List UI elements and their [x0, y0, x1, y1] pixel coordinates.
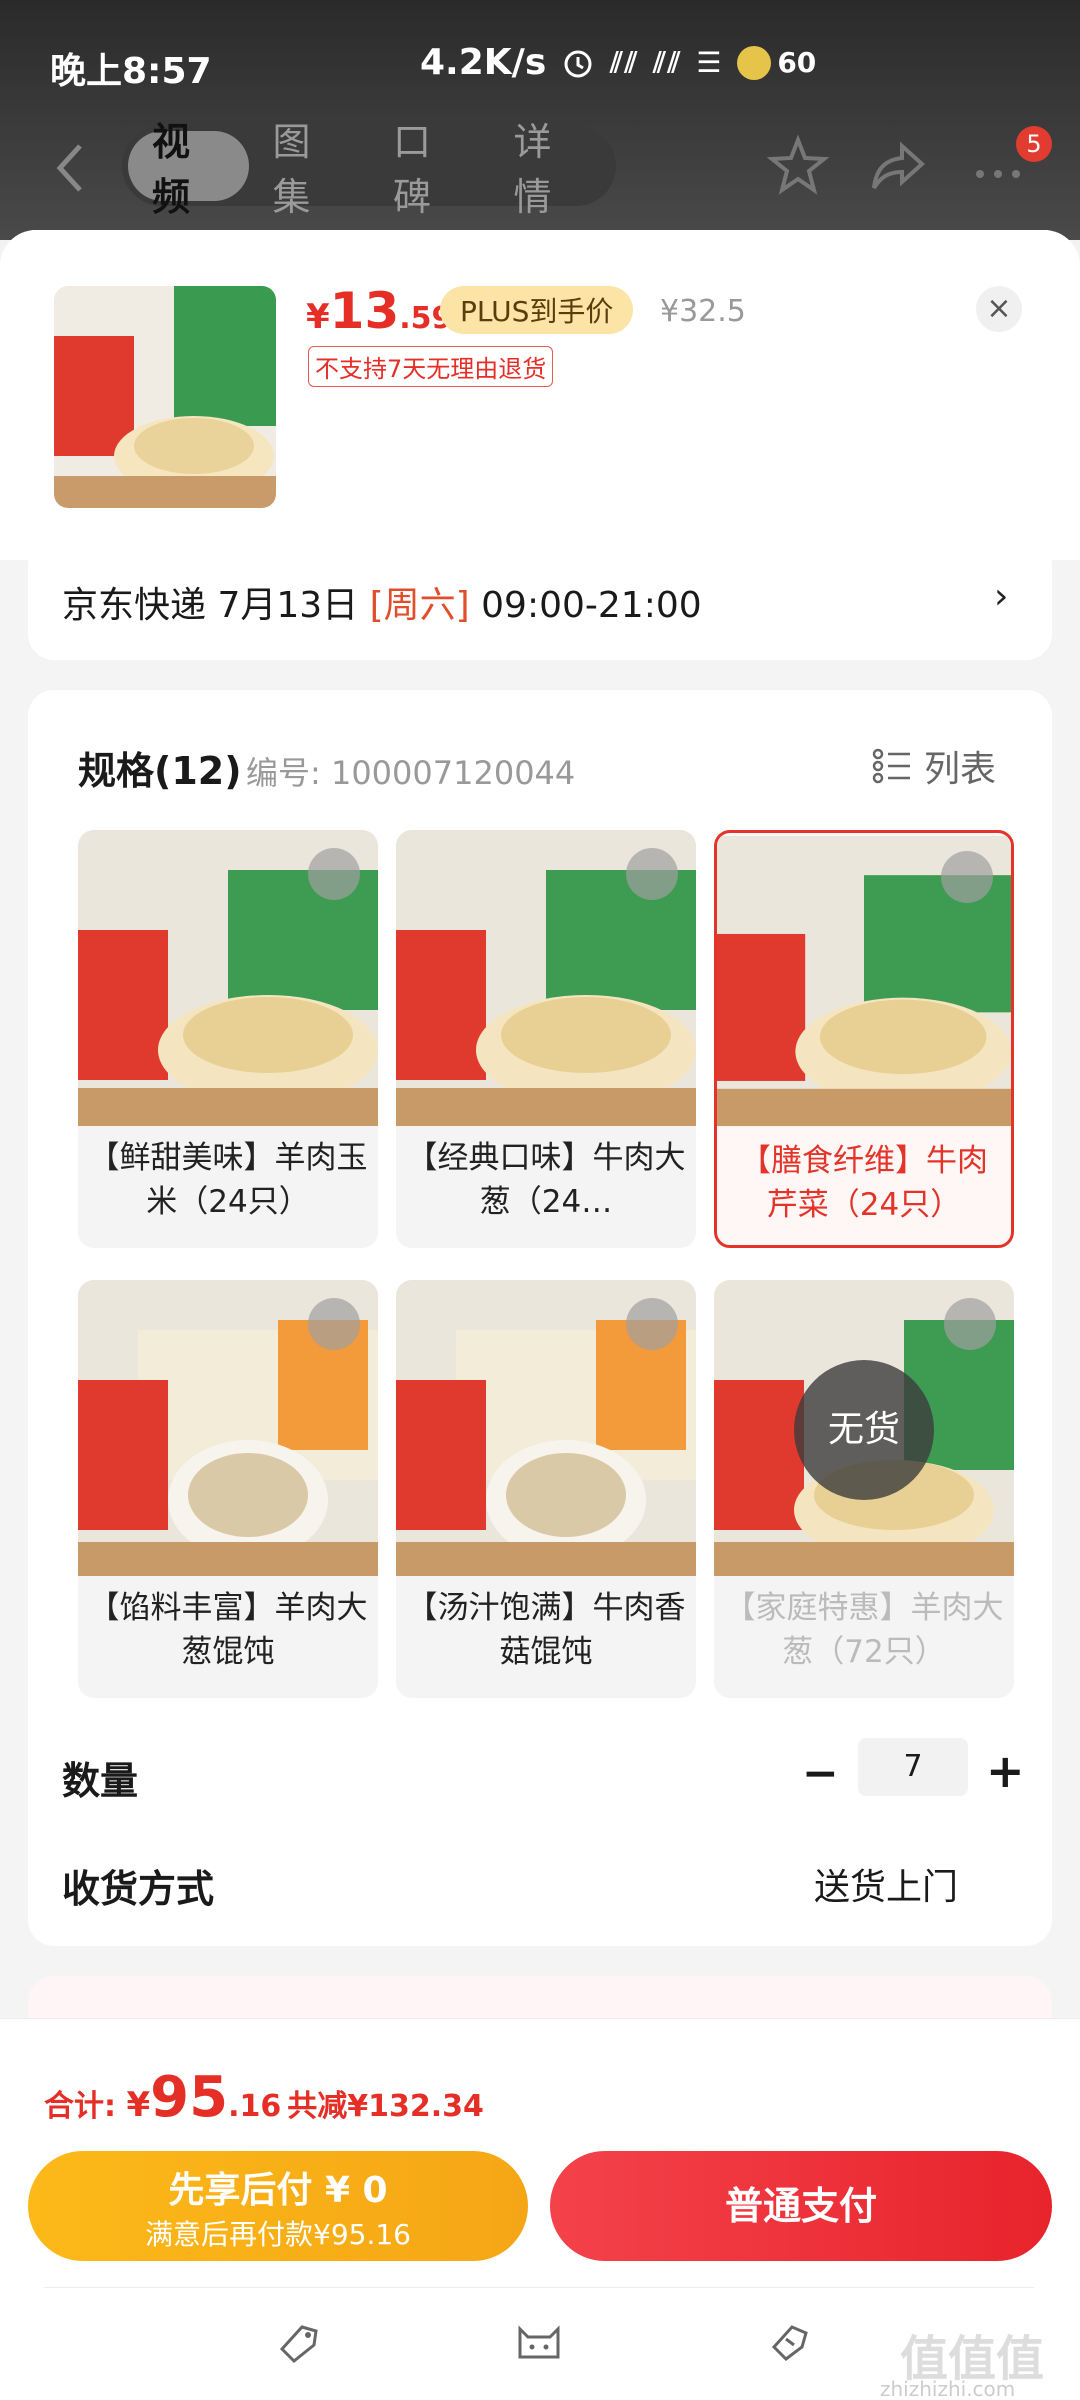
tag-icon[interactable] [274, 2319, 324, 2365]
delivery-method-label: 收货方式 [62, 1867, 215, 1911]
signal-icon-2: ⫽⫽ [653, 45, 683, 79]
spec-title: 规格(12) [78, 749, 242, 793]
cat-icon[interactable] [514, 2319, 564, 2365]
shipping-text: 京东快递 7月13日 [周六] 09:00-21:00 [62, 585, 702, 626]
list-icon [872, 748, 910, 784]
spec-code: 编号: 100007120044 [246, 754, 576, 792]
expand-icon[interactable] [626, 1298, 678, 1350]
back-arrow-icon[interactable] [50, 138, 90, 198]
spec-option[interactable]: 【经典口味】牛肉大葱（24… [396, 830, 696, 1248]
plus-button[interactable]: + [986, 1744, 1025, 1798]
spec-option[interactable]: 【汤汁饱满】牛肉香菇馄饨 [396, 1280, 696, 1698]
pay-later-subtitle: 满意后再付款¥95.16 [145, 2218, 411, 2251]
quantity-label: 数量 [62, 1759, 139, 1803]
expand-icon[interactable] [626, 848, 678, 900]
spec-option-selected[interactable]: 【膳食纤维】牛肉芹菜（24只） [714, 830, 1014, 1248]
wifi-icon: ☰ [696, 46, 724, 79]
signal-icon: ⫽⫽ [610, 45, 640, 79]
plus-price-badge: PLUS到手价 [440, 286, 634, 334]
quantity-input[interactable]: 7 [858, 1738, 968, 1796]
tab-details[interactable]: 详情 [490, 120, 611, 219]
spec-panel: 规格(12) 编号: 100007120044 列表 【鲜甜美味】羊肉玉米（24… [28, 690, 1052, 1946]
tab-bar: 视频 图集 口碑 详情 [122, 120, 616, 219]
status-bar: 晚上8:57 4.2K/s ⫽⫽ ⫽⫽ ☰ 60 [0, 0, 1080, 120]
tab-reviews[interactable]: 口碑 [369, 120, 490, 219]
star-icon[interactable] [766, 134, 830, 198]
spec-option-label: 【馅料丰富】羊肉大葱馄饨 [88, 1590, 368, 1670]
pay-later-title: 先享后付 ¥ 0 [168, 2170, 388, 2211]
pay-later-button[interactable]: 先享后付 ¥ 0 满意后再付款¥95.16 [28, 2151, 528, 2261]
tab-gallery[interactable]: 图集 [249, 120, 370, 219]
discount-text: 共减¥132.34 [287, 2089, 484, 2124]
product-thumbnail[interactable] [54, 286, 276, 508]
status-time: 晚上8:57 [50, 51, 212, 92]
spec-option-label: 【经典口味】牛肉大葱（24… [406, 1140, 686, 1220]
notification-badge: 5 [1016, 126, 1052, 162]
expand-icon[interactable] [944, 1298, 996, 1350]
delivery-method-value[interactable]: 送货上门 [814, 1858, 958, 1910]
return-policy-tag: 不支持7天无理由退货 [308, 346, 554, 387]
spec-option-out-of-stock[interactable]: 无货 【家庭特惠】羊肉大葱（72只） [714, 1280, 1014, 1698]
shipping-row[interactable]: 京东快递 7月13日 [周六] 09:00-21:00 › [28, 540, 1052, 660]
top-nav: 视频 图集 口碑 详情 5 [0, 120, 1080, 220]
spec-option-label: 【汤汁饱满】牛肉香菇馄饨 [406, 1590, 686, 1670]
spec-option[interactable]: 【鲜甜美味】羊肉玉米（24只） [78, 830, 378, 1248]
checkout-bar: 合计: ¥95.16 共减¥132.34 先享后付 ¥ 0 满意后再付款¥95.1… [0, 2018, 1080, 2400]
tab-video[interactable]: 视频 [128, 120, 249, 219]
watermark-url: zhizhizhi.com [880, 2377, 1016, 2400]
divider [44, 2287, 1034, 2288]
order-total: 合计: ¥95.16 共减¥132.34 [44, 2065, 484, 2130]
alarm-icon [564, 50, 592, 77]
spec-option-label: 【鲜甜美味】羊肉玉米（24只） [88, 1140, 368, 1220]
original-price: ¥32.5 [660, 294, 746, 329]
list-view-button[interactable]: 列表 [872, 740, 996, 792]
network-speed: 4.2K/s [420, 42, 547, 83]
expand-icon[interactable] [308, 848, 360, 900]
expand-icon[interactable] [308, 1298, 360, 1350]
sale-price: ¥13.59 [306, 282, 453, 340]
share-icon[interactable] [866, 134, 930, 198]
out-of-stock-badge: 无货 [794, 1360, 934, 1500]
chevron-right-icon: › [994, 576, 1009, 617]
product-summary: ¥13.59 PLUS到手价 ¥32.5 × 不支持7天无理由退货 [0, 230, 1080, 560]
minus-button[interactable]: − [802, 1748, 839, 1799]
spec-option-label: 【家庭特惠】羊肉大葱（72只） [724, 1590, 1004, 1670]
normal-pay-button[interactable]: 普通支付 [550, 2151, 1052, 2261]
battery-icon: 60 [737, 45, 816, 80]
expand-icon[interactable] [941, 851, 993, 903]
coupon-icon[interactable] [764, 2319, 814, 2365]
status-icons: 4.2K/s ⫽⫽ ⫽⫽ ☰ 60 [420, 42, 816, 83]
spec-option[interactable]: 【馅料丰富】羊肉大葱馄饨 [78, 1280, 378, 1698]
close-button[interactable]: × [976, 286, 1022, 332]
spec-option-label: 【膳食纤维】牛肉芹菜（24只） [740, 1143, 988, 1223]
